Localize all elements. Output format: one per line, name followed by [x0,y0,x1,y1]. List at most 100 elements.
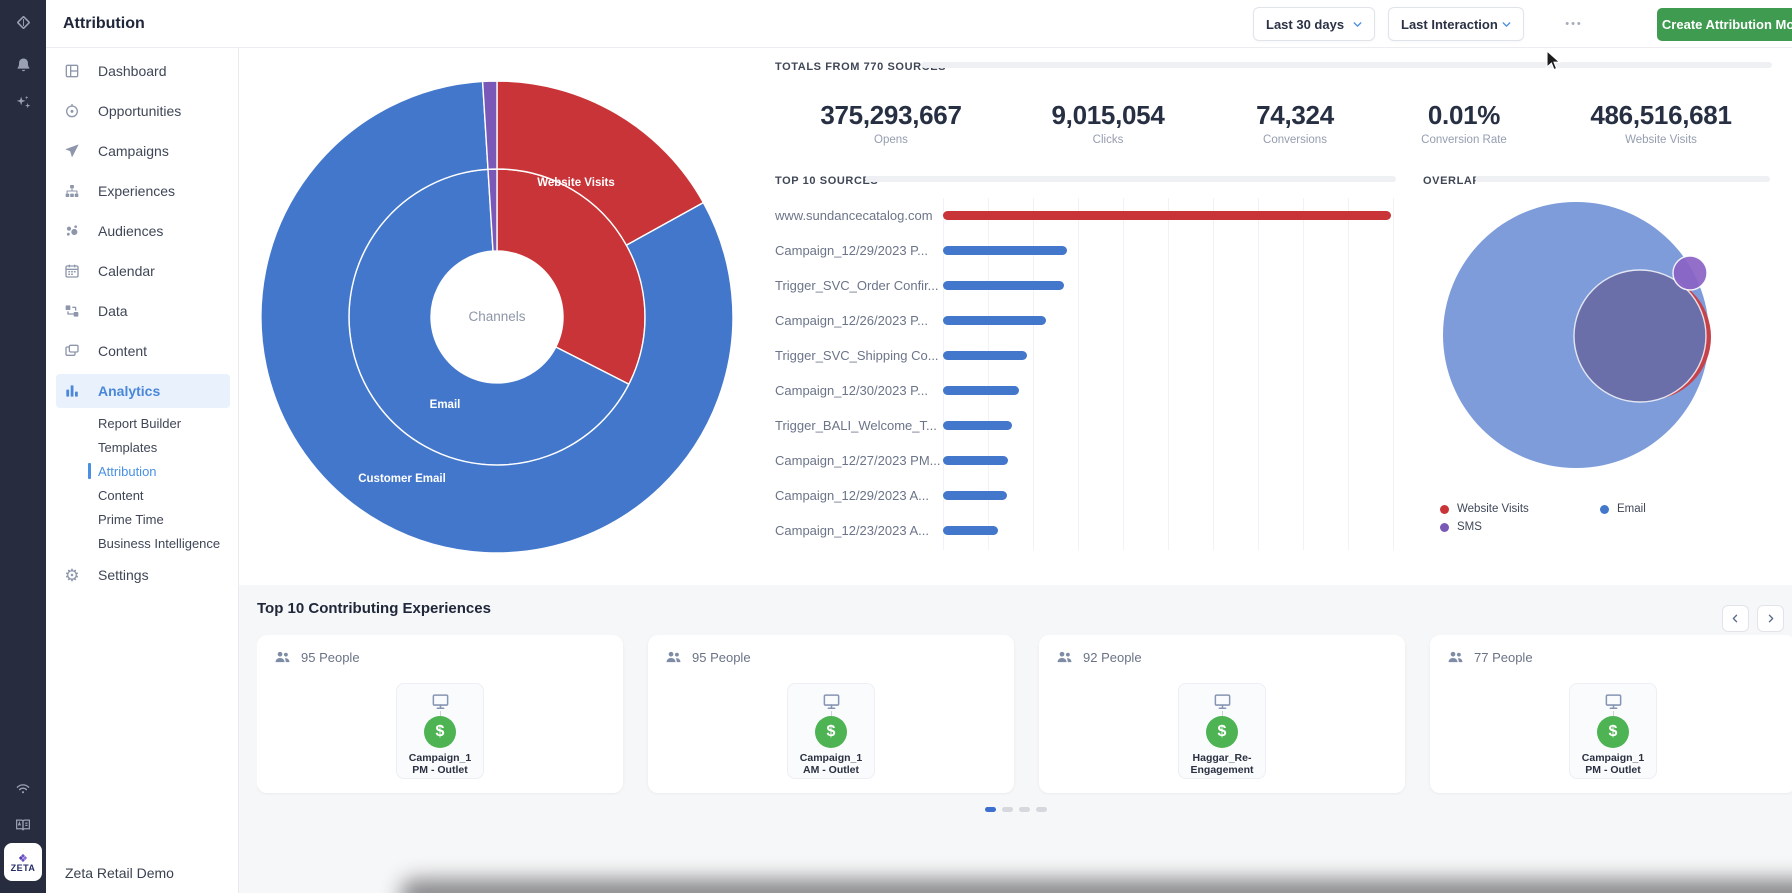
sidebar-subitem-templates[interactable]: Templates [46,435,238,459]
venn-circle-sms [1673,256,1707,290]
stat-label: Website Visits [1541,134,1781,146]
stat-opens: 375,293,667 Opens [771,100,1011,146]
attribution-model-select[interactable]: Last Interaction [1388,7,1524,41]
sidebar-item-content[interactable]: Content [46,331,238,371]
dollar-icon: $ [1597,716,1629,748]
sidebar-subitem-attribution[interactable]: Attribution [46,459,238,483]
sidebar-item-dashboard[interactable]: Dashboard [46,51,238,91]
carousel-dot-2[interactable] [1002,807,1013,812]
source-label: Campaign_12/29/2023 P... [775,243,943,258]
source-bar [943,281,1064,290]
campaigns-icon [64,143,80,159]
experience-node[interactable]: $ Campaign_1AM - Outlet [787,683,875,779]
carousel-dot-4[interactable] [1036,807,1047,812]
app-rail: ZETA [0,0,46,893]
card-people: 95 People [664,649,751,666]
legend-label: Website Visits [1457,503,1529,515]
sources-divider [865,176,1396,182]
experience-card[interactable]: 95 People $ Campaign_1PM - Outlet [257,635,623,793]
data-icon [64,303,80,319]
sidebar-subitem-business-intelligence[interactable]: Business Intelligence [46,531,238,555]
source-label: Campaign_12/27/2023 PM... [775,453,943,468]
experience-card[interactable]: 77 People $ Campaign_1PM - Outlet [1430,635,1792,793]
source-row: Campaign_12/23/2023 A... [775,513,1415,548]
sidebar: DashboardOpportunitiesCampaignsExperienc… [46,48,239,893]
source-row: Campaign_12/29/2023 A... [775,478,1415,513]
sunburst-label-customer-email: Customer Email [358,473,446,485]
sidebar-item-analytics[interactable]: Analytics [56,374,230,408]
date-range-value: Last 30 days [1266,17,1344,32]
calendar-icon [64,263,80,279]
sidebar-item-experiences[interactable]: Experiences [46,171,238,211]
stat-value: 486,516,681 [1541,100,1781,131]
more-options-button[interactable]: ••• [1552,7,1596,41]
date-range-select[interactable]: Last 30 days [1253,7,1375,41]
carousel-dot-1[interactable] [985,807,996,812]
sidebar-subitem-content[interactable]: Content [46,483,238,507]
source-row: Campaign_12/30/2023 P... [775,373,1415,408]
signal-icon[interactable] [0,779,46,797]
experience-node[interactable]: $ Campaign_1PM - Outlet [1569,683,1657,779]
sidebar-item-data[interactable]: Data [46,291,238,331]
experience-name: Haggar_Re-Engagement [1190,752,1253,777]
carousel-dot-3[interactable] [1019,807,1030,812]
experience-cards: 95 People $ Campaign_1PM - Outlet 95 Peo… [257,635,1792,795]
sunburst-center-label: Channels [468,309,525,324]
source-bar [943,456,1008,465]
stat-website-visits: 486,516,681 Website Visits [1541,100,1781,146]
sparkles-icon[interactable] [0,93,46,112]
experience-card[interactable]: 92 People $ Haggar_Re-Engagement [1039,635,1405,793]
legend-label: Email [1617,503,1646,515]
library-book-icon[interactable] [0,816,46,834]
source-row: www.sundancecatalog.com [775,198,1415,233]
monitor-icon [1212,692,1233,711]
sidebar-subitem-prime-time[interactable]: Prime Time [46,507,238,531]
experience-name: Campaign_1PM - Outlet [409,752,471,777]
experiences-section: Top 10 Contributing Experiences 95 Peopl… [239,585,1792,893]
chevron-down-icon [1500,18,1513,31]
source-label: Trigger_SVC_Order Confir... [775,278,943,293]
people-count: 92 People [1083,650,1142,665]
main-content: Website Visits Email Customer Email Channel… [239,48,1792,893]
sidebar-item-calendar[interactable]: Calendar [46,251,238,291]
source-bar [943,491,1007,500]
carousel-next-button[interactable] [1757,605,1784,632]
people-icon [273,649,292,666]
people-icon [1055,649,1074,666]
zeta-logo-icon[interactable] [0,12,46,33]
carousel-dots [985,807,1047,812]
zeta-workspace-logo[interactable]: ZETA [4,843,42,881]
legend-item-email: Email [1600,503,1646,515]
sidebar-item-audiences[interactable]: Audiences [46,211,238,251]
dollar-icon: $ [424,716,456,748]
experience-node[interactable]: $ Campaign_1PM - Outlet [396,683,484,779]
channels-sunburst-chart: Website VisitsEmailCustomer EmailChannel… [245,65,755,575]
source-row: Campaign_12/29/2023 P... [775,233,1415,268]
sidebar-item-opportunities[interactable]: Opportunities [46,91,238,131]
carousel-prev-button[interactable] [1722,605,1749,632]
experience-node[interactable]: $ Haggar_Re-Engagement [1178,683,1266,779]
source-label: Campaign_12/30/2023 P... [775,383,943,398]
sidebar-subitem-report-builder[interactable]: Report Builder [46,411,238,435]
experiences-heading: Top 10 Contributing Experiences [257,600,491,617]
create-attribution-model-button[interactable]: Create Attribution Model [1657,8,1792,41]
source-bar [943,386,1019,395]
stat-label: Opens [771,134,1011,146]
zeta-logo-word: ZETA [11,863,36,873]
source-label: Trigger_SVC_Shipping Co... [775,348,943,363]
monitor-icon [430,692,451,711]
experience-card[interactable]: 95 People $ Campaign_1AM - Outlet [648,635,1014,793]
people-count: 95 People [692,650,751,665]
sources-heading: TOP 10 SOURCES [775,175,878,187]
page-title: Attribution [63,0,145,48]
legend-item-sms: SMS [1440,521,1482,533]
sunburst-label-email: Email [430,399,461,411]
sidebar-item-settings[interactable]: ⚙Settings [46,555,238,595]
notifications-bell-icon[interactable] [0,56,46,75]
sidebar-item-campaigns[interactable]: Campaigns [46,131,238,171]
source-row: Campaign_12/27/2023 PM... [775,443,1415,478]
legend-dot-icon [1600,505,1609,514]
opportunities-icon [64,103,80,119]
chevron-down-icon [1351,18,1364,31]
legend-label: SMS [1457,521,1482,533]
